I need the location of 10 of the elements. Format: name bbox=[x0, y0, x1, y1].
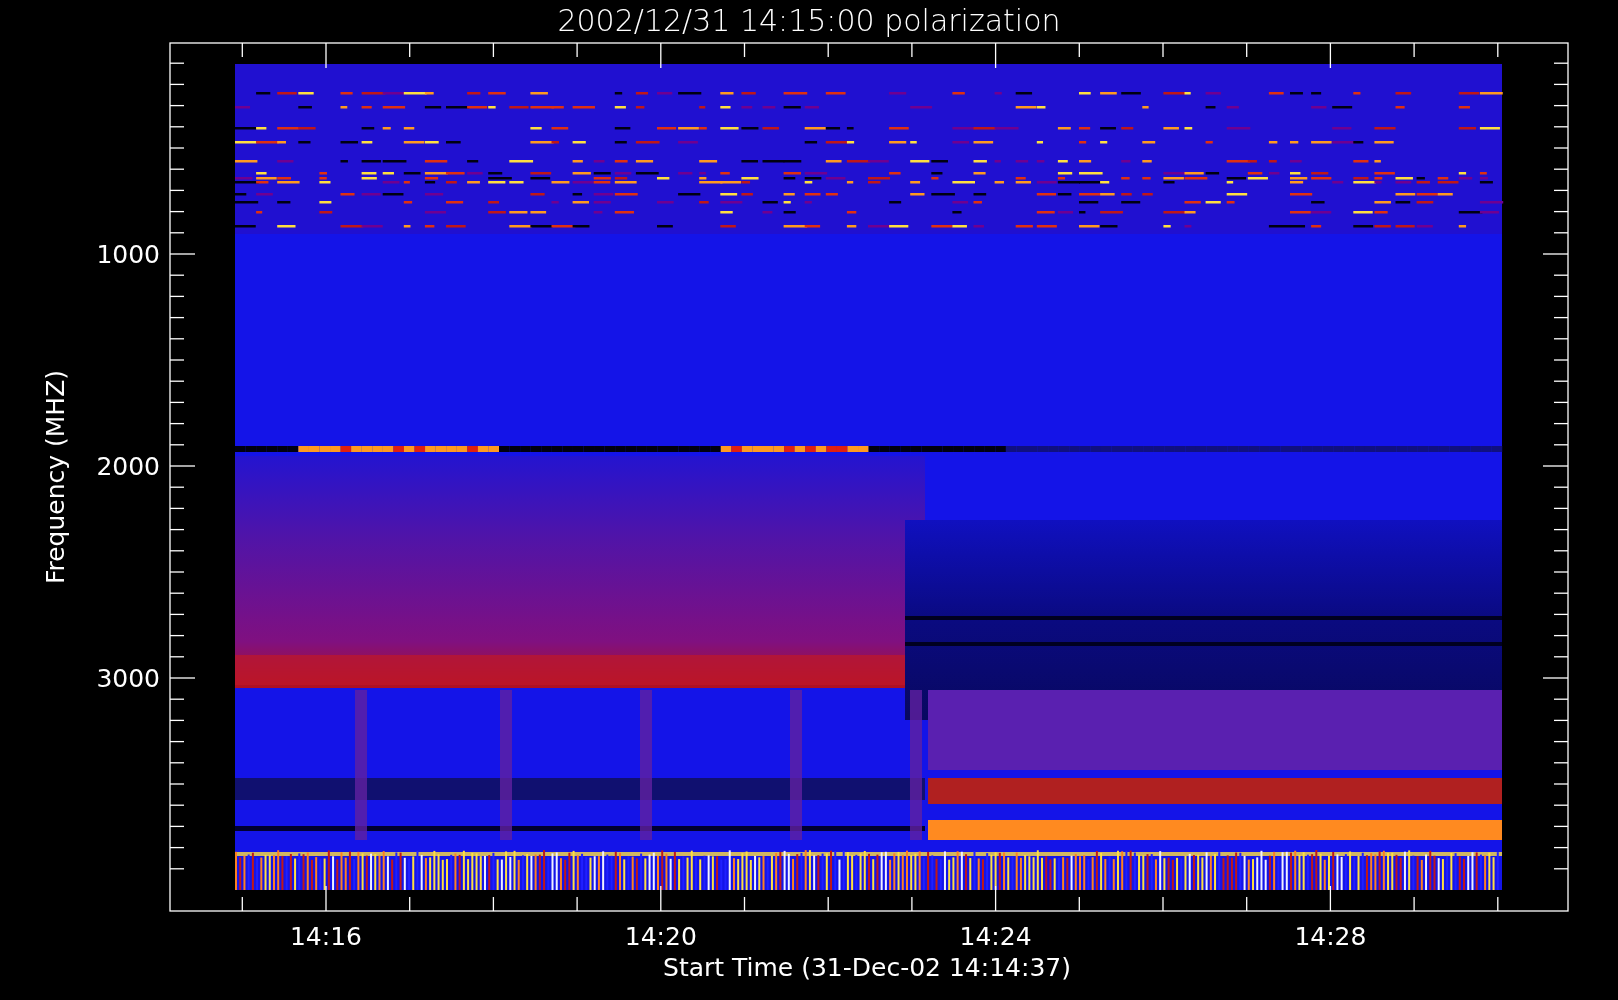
plot-title: 2002/12/31 14:15:00 polarization bbox=[557, 3, 1061, 38]
y-tick-label: 2000 bbox=[96, 452, 160, 481]
y-tick-label: 1000 bbox=[96, 240, 160, 269]
x-tick-label: 14:24 bbox=[959, 922, 1032, 951]
x-tick-label: 14:28 bbox=[1294, 922, 1367, 951]
y-tick-label: 3000 bbox=[96, 664, 160, 693]
x-tick-label: 14:20 bbox=[624, 922, 697, 951]
y-axis-label: Frequency (MHZ) bbox=[41, 369, 70, 585]
x-tick-label: 14:16 bbox=[290, 922, 362, 951]
x-axis-label: Start Time (31-Dec-02 14:14:37) bbox=[663, 953, 1071, 982]
